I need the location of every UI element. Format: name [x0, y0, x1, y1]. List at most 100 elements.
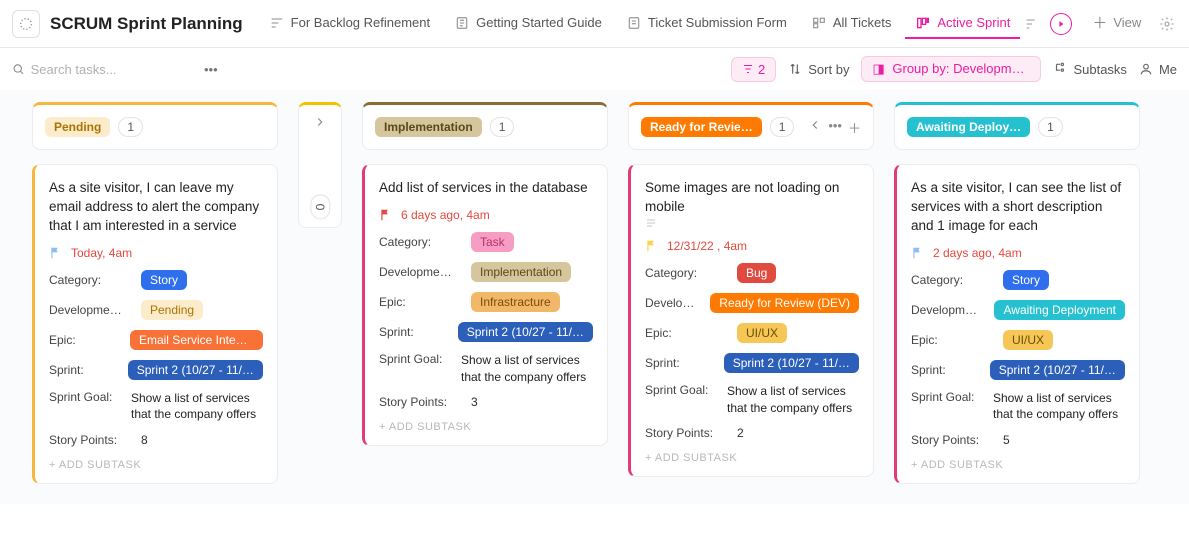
- column-count: 1: [490, 117, 515, 137]
- subtasks-button[interactable]: Subtasks: [1053, 62, 1126, 77]
- field-development-stage: Developme… Awaiting Deployment: [911, 300, 1125, 320]
- tab-backlog[interactable]: For Backlog Refinement: [259, 9, 440, 39]
- add-subtask-button[interactable]: + ADD SUBTASK: [49, 459, 263, 471]
- filter-button[interactable]: 2: [731, 57, 776, 82]
- tab-all-tickets[interactable]: All Tickets: [801, 9, 902, 39]
- filter-count: 2: [758, 62, 765, 77]
- column-count: 1: [1038, 117, 1063, 137]
- tabs-overflow-icon[interactable]: [1024, 16, 1040, 32]
- card-title: Some images are not loading on mobile: [645, 179, 859, 229]
- field-epic: Epic: UI/UX: [911, 330, 1125, 350]
- column-collapsed: 0: [298, 102, 342, 228]
- chip-epic[interactable]: Infrastracture: [471, 292, 560, 312]
- column-status-badge: Implementation: [375, 117, 482, 137]
- card[interactable]: Some images are not loading on mobile 12…: [628, 164, 874, 477]
- field-sprint: Sprint: Sprint 2 (10/27 - 11/17/2…: [911, 360, 1125, 380]
- tab-label: Active Sprint: [937, 15, 1010, 30]
- sort-icon: [788, 62, 802, 76]
- column-header[interactable]: Pending 1: [32, 102, 278, 150]
- expand-icon[interactable]: [313, 115, 327, 129]
- prev-page-icon[interactable]: [808, 118, 822, 137]
- column-status-badge: Pending: [45, 117, 110, 137]
- chip-sprint[interactable]: Sprint 2 (10/27 - 11/17/2…: [724, 353, 859, 373]
- column-header[interactable]: Awaiting Deploy… 1: [894, 102, 1140, 150]
- due-date: Today, 4am: [49, 246, 263, 260]
- page-title[interactable]: SCRUM Sprint Planning: [50, 14, 243, 34]
- due-date: 12/31/22 , 4am: [645, 239, 859, 253]
- column-header[interactable]: Implementation 1: [362, 102, 608, 150]
- me-label: Me: [1159, 62, 1177, 77]
- story-points-value: 2: [737, 426, 744, 440]
- column-more-icon[interactable]: •••: [828, 118, 842, 137]
- chip-category[interactable]: Bug: [737, 263, 776, 283]
- column-implementation: Implementation 1 Add list of services in…: [362, 102, 608, 446]
- more-options-button[interactable]: •••: [204, 62, 218, 77]
- chip-epic[interactable]: UI/UX: [737, 323, 787, 343]
- chip-dev-stage[interactable]: Pending: [141, 300, 203, 320]
- chip-category[interactable]: Task: [471, 232, 514, 252]
- chip-sprint[interactable]: Sprint 2 (10/27 - 11/17/2…: [128, 360, 263, 380]
- story-points-value: 5: [1003, 433, 1010, 447]
- add-subtask-button[interactable]: + ADD SUBTASK: [379, 421, 593, 433]
- chip-sprint[interactable]: Sprint 2 (10/27 - 11/17/2…: [458, 322, 593, 342]
- chip-sprint[interactable]: Sprint 2 (10/27 - 11/17/2…: [990, 360, 1125, 380]
- field-story-points: Story Points: 8: [49, 433, 263, 447]
- flag-icon: [645, 239, 659, 253]
- column-count: 1: [118, 117, 143, 137]
- add-subtask-button[interactable]: + ADD SUBTASK: [645, 452, 859, 464]
- add-subtask-button[interactable]: + ADD SUBTASK: [911, 459, 1125, 471]
- search-input[interactable]: [31, 62, 192, 77]
- card-title: As a site visitor, I can see the list of…: [911, 179, 1125, 236]
- add-view-button[interactable]: ＋ View: [1082, 6, 1151, 41]
- chip-dev-stage[interactable]: Awaiting Deployment: [994, 300, 1125, 320]
- column-awaiting: Awaiting Deploy… 1 As a site visitor, I …: [894, 102, 1140, 484]
- flag-icon: [911, 246, 925, 260]
- field-story-points: Story Points: 5: [911, 433, 1125, 447]
- field-development-stage: Developme… Pending: [49, 300, 263, 320]
- column-pending: Pending 1 As a site visitor, I can leave…: [32, 102, 278, 484]
- group-by-button[interactable]: ◨ Group by: Development St…: [861, 56, 1041, 82]
- top-nav: SCRUM Sprint Planning For Backlog Refine…: [0, 0, 1189, 48]
- me-filter-button[interactable]: Me: [1139, 62, 1177, 77]
- column-count: 0: [310, 195, 330, 220]
- sort-button[interactable]: Sort by: [788, 62, 849, 77]
- flag-icon: [49, 246, 63, 260]
- add-card-icon[interactable]: ＋: [848, 118, 861, 137]
- kanban-board: Pending 1 As a site visitor, I can leave…: [0, 90, 1189, 504]
- view-label: View: [1113, 15, 1141, 30]
- story-points-value: 3: [471, 395, 478, 409]
- settings-icon[interactable]: [1159, 16, 1175, 32]
- tab-label: Getting Started Guide: [476, 15, 602, 30]
- tab-ticket[interactable]: Ticket Submission Form: [616, 9, 797, 39]
- next-tab-button[interactable]: [1050, 13, 1072, 35]
- workspace-logo[interactable]: [12, 10, 40, 38]
- card[interactable]: Add list of services in the database 6 d…: [362, 164, 608, 446]
- field-category: Category: Story: [49, 270, 263, 290]
- field-category: Category: Task: [379, 232, 593, 252]
- sort-label: Sort by: [808, 62, 849, 77]
- field-epic: Epic: Infrastracture: [379, 292, 593, 312]
- field-story-points: Story Points: 3: [379, 395, 593, 409]
- column-status-badge: Awaiting Deploy…: [907, 117, 1030, 137]
- card[interactable]: As a site visitor, I can see the list of…: [894, 164, 1140, 484]
- chip-category[interactable]: Story: [141, 270, 187, 290]
- tab-label: Ticket Submission Form: [648, 15, 787, 30]
- tab-guide[interactable]: Getting Started Guide: [444, 9, 612, 39]
- tab-active-sprint[interactable]: Active Sprint: [905, 9, 1020, 39]
- field-sprint: Sprint: Sprint 2 (10/27 - 11/17/2…: [379, 322, 593, 342]
- column-header[interactable]: 0: [298, 102, 342, 228]
- card[interactable]: As a site visitor, I can leave my email …: [32, 164, 278, 484]
- chip-dev-stage[interactable]: Implementation: [471, 262, 571, 282]
- search-box[interactable]: [12, 62, 192, 77]
- chip-epic[interactable]: UI/UX: [1003, 330, 1053, 350]
- field-development-stage: Developme… Ready for Review (DEV): [645, 293, 859, 313]
- description-icon: [645, 217, 859, 229]
- story-points-value: 8: [141, 433, 148, 447]
- column-header[interactable]: Ready for Revie… 1 ••• ＋: [628, 102, 874, 150]
- filter-icon: [742, 63, 754, 75]
- field-sprint-goal: Sprint Goal: Show a list of services tha…: [379, 352, 593, 386]
- chip-epic[interactable]: Email Service Integration: [130, 330, 263, 350]
- field-epic: Epic: Email Service Integration: [49, 330, 263, 350]
- chip-dev-stage[interactable]: Ready for Review (DEV): [710, 293, 859, 313]
- chip-category[interactable]: Story: [1003, 270, 1049, 290]
